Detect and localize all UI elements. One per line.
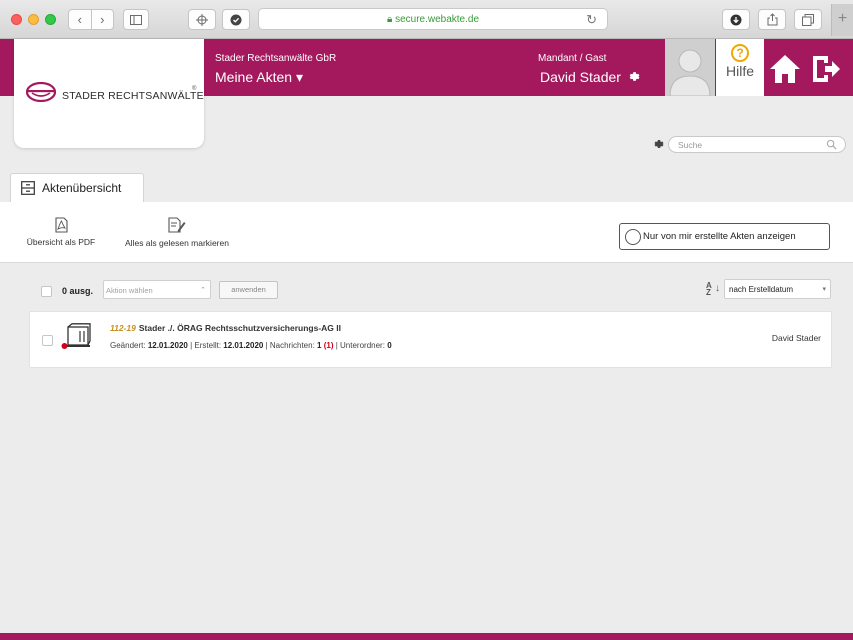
- crosshair-icon: [196, 13, 208, 26]
- url-text: secure.webakte.de: [395, 14, 480, 25]
- changed-label: Geändert:: [110, 341, 146, 350]
- row-checkbox[interactable]: [42, 335, 53, 346]
- select-all-checkbox[interactable]: [41, 286, 52, 297]
- sort-az-icon[interactable]: AZ: [706, 282, 712, 297]
- pdf-icon: [54, 217, 68, 233]
- lock-icon: 🔒︎: [386, 14, 393, 25]
- sort-select[interactable]: nach Erstelldatum ▾: [724, 279, 831, 299]
- export-pdf-label: Übersicht als PDF: [26, 237, 96, 247]
- share-icon: [767, 13, 777, 26]
- registered-mark: ®: [192, 86, 197, 92]
- search-input[interactable]: [668, 136, 846, 153]
- case-file-icon: [61, 323, 91, 349]
- downloads-button[interactable]: [722, 9, 750, 30]
- tab-akten-overview[interactable]: Aktenübersicht: [10, 173, 144, 202]
- my-files-menu[interactable]: Meine Akten ▾: [215, 69, 303, 86]
- created-date: 12.01.2020: [223, 341, 264, 350]
- messages-count: 1: [317, 341, 322, 350]
- sort-arrow-icon: ↓: [715, 283, 720, 294]
- user-name: David Stader: [540, 69, 621, 85]
- record-title: Stader ./. ÖRAG Rechtsschutzversicherung…: [138, 323, 342, 333]
- logo-text: STADER RECHTSANWÄLTE: [62, 90, 204, 102]
- company-name: Stader Rechtsanwälte GbR: [215, 53, 337, 64]
- tab-label: Aktenübersicht: [42, 181, 122, 195]
- help-label: Hilfe: [725, 63, 754, 79]
- record-number: 112-19: [110, 323, 136, 333]
- user-menu[interactable]: David Stader: [540, 69, 640, 85]
- filter-label: Nur von mir erstellte Akten anzeigen: [643, 231, 796, 242]
- address-bar[interactable]: 🔒︎ secure.webakte.de ↻: [258, 8, 608, 30]
- logo-mark-icon: [26, 82, 56, 102]
- document-edit-icon: [168, 217, 186, 233]
- mark-all-read-label: Alles als gelesen markieren: [125, 238, 229, 248]
- file-cabinet-icon: [21, 181, 35, 195]
- tabs-overview-button[interactable]: [794, 9, 822, 30]
- export-pdf-button[interactable]: Übersicht als PDF: [6, 217, 116, 247]
- brand-logo[interactable]: STADER RECHTSANWÄLTE ®: [14, 39, 204, 148]
- apply-button[interactable]: anwenden: [219, 281, 278, 299]
- reload-icon[interactable]: ↻: [586, 12, 597, 28]
- action-select[interactable]: Aktion wählen ⌃: [103, 280, 211, 299]
- close-window-button[interactable]: [11, 14, 22, 25]
- home-icon[interactable]: [768, 53, 802, 85]
- action-select-value: Aktion wählen: [106, 286, 153, 295]
- search-icon[interactable]: [826, 139, 837, 150]
- subfolders-count: 0: [387, 341, 392, 350]
- record-owner: David Stader: [771, 333, 821, 343]
- record-title-link[interactable]: 112-19 Stader ./. ÖRAG Rechtsschutzversic…: [110, 323, 341, 333]
- avatar-placeholder-icon: [669, 49, 711, 96]
- tabs-icon: [802, 13, 814, 26]
- messages-unread: (1): [323, 341, 334, 350]
- search-settings-gear-icon[interactable]: [652, 138, 664, 150]
- app-header: Stader Rechtsanwälte GbR Meine Akten ▾ M…: [205, 39, 853, 96]
- my-files-filter-toggle[interactable]: Nur von mir erstellte Akten anzeigen: [619, 223, 830, 250]
- maximize-window-button[interactable]: [45, 14, 56, 25]
- minimize-window-button[interactable]: [28, 14, 39, 25]
- changed-date: 12.01.2020: [147, 341, 188, 350]
- forward-button[interactable]: ›: [92, 12, 114, 27]
- footer-bar: [0, 633, 853, 640]
- new-tab-button[interactable]: +: [831, 4, 853, 36]
- table-row[interactable]: 112-19 Stader ./. ÖRAG Rechtsschutzversic…: [29, 311, 832, 368]
- help-icon: ?: [731, 44, 749, 62]
- chevron-down-icon: ⌃: [200, 287, 206, 294]
- messages-label: Nachrichten:: [269, 341, 315, 350]
- radio-circle-icon: [625, 228, 641, 245]
- record-meta: Geändert: 12.01.2020 | Erstellt: 12.01.2…: [110, 341, 392, 350]
- privacy-button[interactable]: [222, 9, 250, 30]
- sidebar-toggle-button[interactable]: [123, 9, 149, 30]
- gear-icon: [629, 72, 640, 81]
- chevron-down-icon: ▾: [822, 286, 826, 293]
- extension-button[interactable]: [188, 9, 216, 30]
- avatar[interactable]: [665, 39, 715, 96]
- selected-count: 0 ausg.: [62, 286, 94, 296]
- mark-all-read-button[interactable]: Alles als gelesen markieren: [108, 217, 246, 248]
- help-button[interactable]: ? Hilfe: [716, 39, 764, 96]
- subfolders-label: Unterordner:: [340, 341, 385, 350]
- sidebar-icon: [130, 14, 142, 25]
- action-toolbar: Übersicht als PDF Alles als gelesen mark…: [0, 202, 853, 263]
- created-label: Erstellt:: [194, 341, 222, 350]
- check-shield-icon: [230, 14, 242, 25]
- browser-toolbar: ‹ › 🔒︎ secure.webakte.de ↻ +: [0, 0, 853, 39]
- download-icon: [730, 14, 742, 25]
- logout-icon[interactable]: [810, 53, 842, 85]
- history-nav: ‹ ›: [68, 9, 114, 30]
- share-button[interactable]: [758, 9, 786, 30]
- back-button[interactable]: ‹: [69, 12, 91, 27]
- user-role: Mandant / Gast: [538, 53, 607, 64]
- sort-select-value: nach Erstelldatum: [729, 285, 794, 294]
